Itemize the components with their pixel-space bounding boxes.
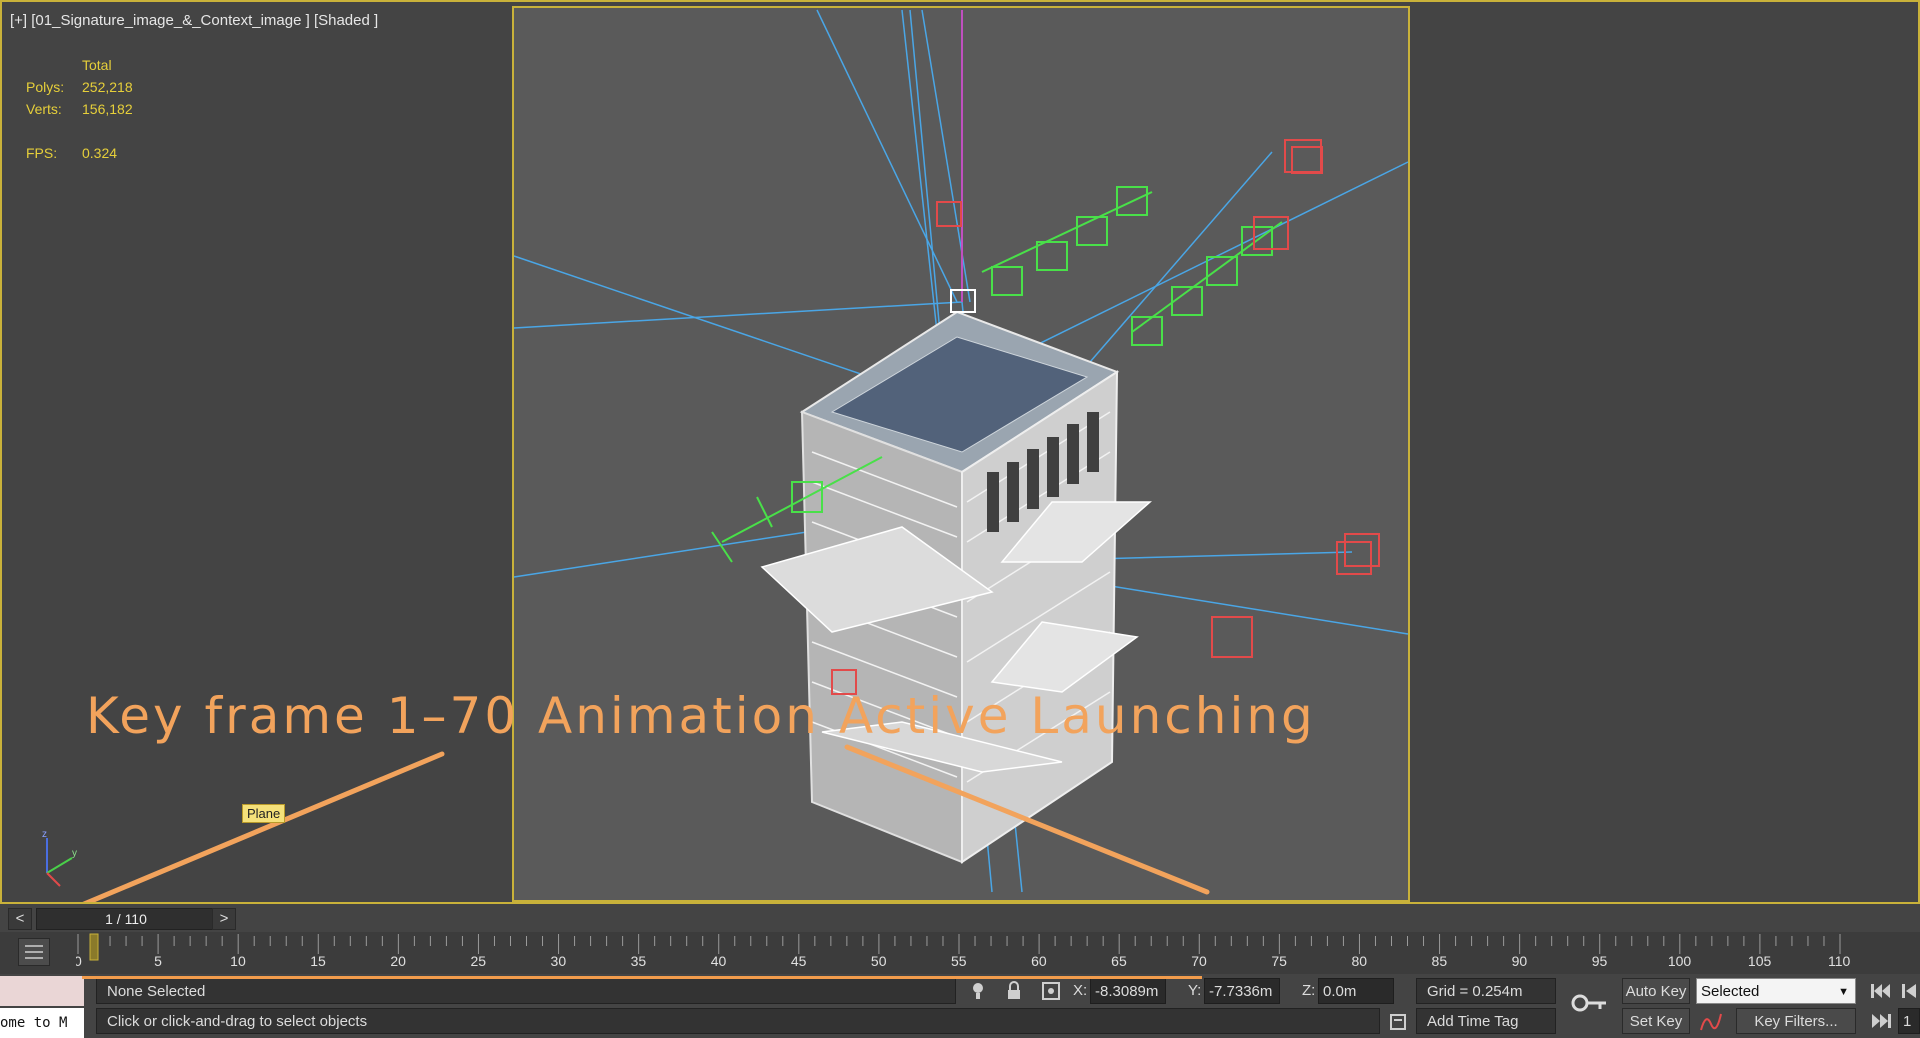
auto-key-button[interactable]: Auto Key bbox=[1622, 978, 1690, 1004]
z-coordinate-field[interactable]: 0.0m bbox=[1318, 978, 1394, 1004]
annotation-underline bbox=[82, 976, 1202, 979]
scene-canvas[interactable] bbox=[2, 2, 1918, 902]
key-mode-icon[interactable] bbox=[1570, 988, 1610, 1018]
ruler-tick-label: 30 bbox=[551, 953, 567, 969]
set-key-button[interactable]: Set Key bbox=[1622, 1008, 1690, 1034]
ruler-tick-label: 25 bbox=[470, 953, 486, 969]
axis-tripod-icon: z y bbox=[42, 829, 77, 887]
y-coordinate-field[interactable]: -7.7336m bbox=[1204, 978, 1280, 1004]
key-filters-button[interactable]: Key Filters... bbox=[1736, 1008, 1856, 1034]
selection-set-value: Selected bbox=[1701, 983, 1760, 1000]
ruler-tick-label: 15 bbox=[310, 953, 326, 969]
annotation-text: Key frame 1–70 Animation Active Launchin… bbox=[86, 687, 1316, 745]
ruler-tick-label: 95 bbox=[1592, 953, 1608, 969]
ruler-tick-label: 10 bbox=[230, 953, 246, 969]
ruler-tick-label: 80 bbox=[1351, 953, 1367, 969]
ruler-tick-label: 5 bbox=[154, 953, 162, 969]
ruler-tick-label: 85 bbox=[1432, 953, 1448, 969]
dropdown-arrow-icon: ▼ bbox=[1838, 986, 1849, 998]
time-slider-thumb[interactable]: 1 / 110 bbox=[36, 908, 216, 930]
object-tooltip: Plane bbox=[242, 804, 286, 823]
curve-editor-icon[interactable] bbox=[1698, 1010, 1724, 1036]
x-coordinate-label: X: bbox=[1073, 982, 1088, 999]
time-tag-icon[interactable] bbox=[1388, 1012, 1408, 1032]
prompt-line: Click or click-and-drag to select object… bbox=[96, 1008, 1380, 1034]
x-coordinate-field[interactable]: -8.3089m bbox=[1090, 978, 1166, 1004]
frame-ruler[interactable]: 0 5 10 15 20 25 30 35 40 45 50 55 60 65 70 75 80 85 90 95 10… bbox=[76, 932, 1920, 974]
ruler-tick-label: 55 bbox=[951, 953, 967, 969]
selection-set-dropdown[interactable]: Selected ▼ bbox=[1696, 978, 1856, 1004]
ruler-tick-label: 50 bbox=[871, 953, 887, 969]
time-slider-next-button[interactable]: > bbox=[212, 908, 236, 930]
previous-frame-icon[interactable] bbox=[1898, 980, 1920, 1002]
ruler-tick-label: 60 bbox=[1031, 953, 1047, 969]
status-row-bottom: Click or click-and-drag to select object… bbox=[0, 1006, 1920, 1038]
ruler-tick-label: 45 bbox=[791, 953, 807, 969]
svg-text:y: y bbox=[72, 848, 77, 859]
ruler-tick-label: 110 bbox=[1828, 953, 1851, 969]
absolute-mode-transform-icon[interactable] bbox=[1040, 980, 1062, 1002]
current-frame-marker[interactable] bbox=[89, 933, 99, 961]
go-to-end-icon[interactable] bbox=[1868, 1010, 1894, 1032]
y-coordinate-label: Y: bbox=[1188, 982, 1202, 999]
selection-lock-icon[interactable] bbox=[1004, 980, 1024, 1002]
mini-curve-editor-icon[interactable] bbox=[18, 938, 50, 966]
isolate-selection-icon[interactable] bbox=[968, 980, 988, 1002]
go-to-start-icon[interactable] bbox=[1868, 980, 1894, 1002]
svg-text:z: z bbox=[42, 829, 47, 840]
ruler-tick-label: 40 bbox=[711, 953, 727, 969]
track-bar[interactable]: 0 5 10 15 20 25 30 35 40 45 50 55 60 65 70 75 80 85 90 95 10… bbox=[0, 932, 1920, 974]
current-frame-field[interactable]: 1 bbox=[1898, 1008, 1920, 1034]
time-slider-prev-button[interactable]: < bbox=[8, 908, 32, 930]
selection-status: None Selected bbox=[96, 978, 956, 1004]
building-model bbox=[760, 289, 1152, 864]
grid-size-display: Grid = 0.254m bbox=[1416, 978, 1556, 1004]
perspective-viewport[interactable]: [+] [01_Signature_image_&_Context_image … bbox=[0, 0, 1920, 904]
ruler-tick-label: 100 bbox=[1668, 953, 1692, 969]
ruler-tick-label: 90 bbox=[1512, 953, 1528, 969]
ruler-tick-label: 65 bbox=[1111, 953, 1127, 969]
ruler-tick-label: 75 bbox=[1271, 953, 1287, 969]
z-coordinate-label: Z: bbox=[1302, 982, 1316, 999]
ruler-tick-label: 0 bbox=[76, 953, 82, 969]
add-time-tag-button[interactable]: Add Time Tag bbox=[1416, 1008, 1556, 1034]
ruler-tick-label: 35 bbox=[631, 953, 647, 969]
ruler-tick-label: 20 bbox=[390, 953, 406, 969]
ruler-tick-label: 105 bbox=[1748, 953, 1772, 969]
time-slider[interactable]: < 1 / 110 > bbox=[0, 904, 1920, 932]
ruler-tick-label: 70 bbox=[1191, 953, 1207, 969]
